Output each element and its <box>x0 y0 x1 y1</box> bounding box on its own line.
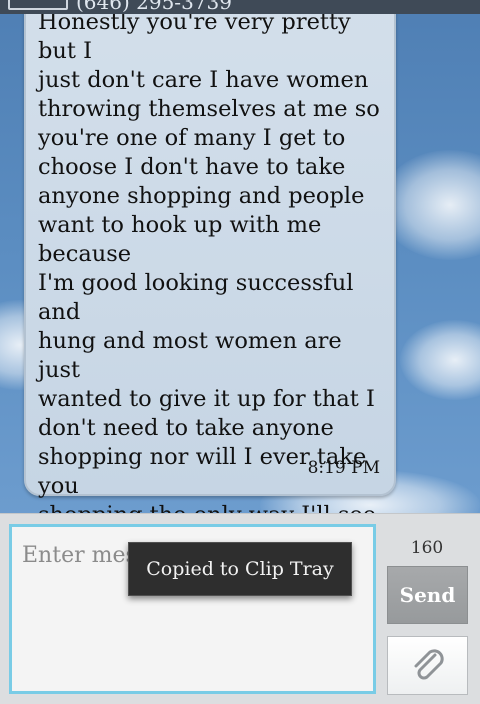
message-text: Honestly you're very pretty but I just d… <box>38 9 380 586</box>
send-button[interactable]: Send <box>387 566 468 624</box>
conversation-screen: (646) 295-3739 Honestly you're very pret… <box>0 0 480 704</box>
contact-phone-number: (646) 295-3739 <box>76 0 232 14</box>
character-counter: 160 <box>410 538 444 558</box>
contact-header: (646) 295-3739 <box>0 0 480 14</box>
message-bubble[interactable]: Honestly you're very pretty but I just d… <box>24 0 396 586</box>
attach-button[interactable] <box>387 636 468 695</box>
paperclip-icon <box>414 648 444 679</box>
background-cloud <box>400 320 480 400</box>
message-timestamp: 8:19 PM <box>307 458 380 478</box>
contact-photo-icon[interactable] <box>8 0 68 10</box>
clip-tray-toast: Copied to Clip Tray <box>128 542 352 596</box>
